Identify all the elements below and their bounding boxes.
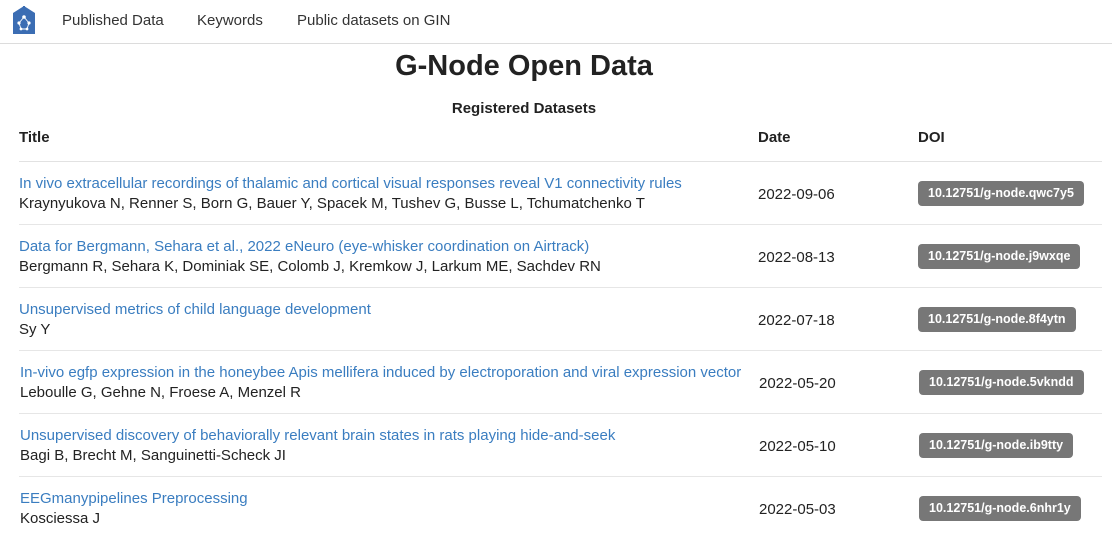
page-subtitle: Registered Datasets bbox=[451, 100, 597, 117]
table-row: In vivo extracellular recordings of thal… bbox=[0, 162, 1112, 225]
dataset-authors: Bagi B, Brecht M, Sanguinetti-Scheck JI bbox=[20, 447, 286, 464]
table-row: In-vivo egfp expression in the honeybee … bbox=[0, 351, 1112, 414]
table-row: Unsupervised metrics of child language d… bbox=[0, 288, 1112, 351]
nav-published-data[interactable]: Published Data bbox=[62, 12, 164, 29]
dataset-title-link[interactable]: EEGmanypipelines Preprocessing bbox=[20, 490, 248, 507]
dataset-title-link[interactable]: In vivo extracellular recordings of thal… bbox=[19, 175, 682, 192]
dataset-title-link[interactable]: Unsupervised metrics of child language d… bbox=[19, 301, 371, 318]
dataset-title-link[interactable]: Data for Bergmann, Sehara et al., 2022 e… bbox=[19, 238, 589, 255]
gnode-logo-icon[interactable] bbox=[12, 5, 36, 35]
dataset-authors: Leboulle G, Gehne N, Froese A, Menzel R bbox=[20, 384, 301, 401]
column-header-date: Date bbox=[758, 129, 791, 146]
table-row: Data for Bergmann, Sehara et al., 2022 e… bbox=[0, 225, 1112, 288]
dataset-authors: Kosciessa J bbox=[20, 510, 101, 527]
column-header-doi: DOI bbox=[918, 129, 945, 146]
nav-keywords[interactable]: Keywords bbox=[197, 12, 263, 29]
page-title: G-Node Open Data bbox=[395, 50, 653, 82]
navbar: Published Data Keywords Public datasets … bbox=[0, 0, 1112, 44]
doi-badge[interactable]: 10.12751/g-node.8f4ytn bbox=[918, 307, 1076, 332]
dataset-title-link[interactable]: In-vivo egfp expression in the honeybee … bbox=[20, 364, 741, 381]
column-header-title: Title bbox=[19, 129, 50, 146]
doi-badge[interactable]: 10.12751/g-node.5vkndd bbox=[919, 370, 1084, 395]
dataset-date: 2022-09-06 bbox=[758, 186, 835, 203]
dataset-date: 2022-07-18 bbox=[758, 312, 835, 329]
dataset-date: 2022-05-03 bbox=[759, 501, 836, 518]
table-row: EEGmanypipelines Preprocessing Kosciessa… bbox=[0, 477, 1112, 540]
dataset-authors: Bergmann R, Sehara K, Dominiak SE, Colom… bbox=[19, 258, 601, 275]
dataset-authors: Kraynyukova N, Renner S, Born G, Bauer Y… bbox=[19, 195, 645, 212]
dataset-authors: Sy Y bbox=[19, 321, 51, 338]
doi-badge[interactable]: 10.12751/g-node.j9wxqe bbox=[918, 244, 1081, 269]
doi-badge[interactable]: 10.12751/g-node.ib9tty bbox=[919, 433, 1074, 458]
dataset-date: 2022-05-20 bbox=[759, 375, 836, 392]
doi-badge[interactable]: 10.12751/g-node.qwc7y5 bbox=[918, 181, 1084, 206]
table-row: Unsupervised discovery of behaviorally r… bbox=[0, 414, 1112, 477]
dataset-title-link[interactable]: Unsupervised discovery of behaviorally r… bbox=[20, 427, 615, 444]
nav-public-datasets-gin[interactable]: Public datasets on GIN bbox=[297, 12, 450, 29]
doi-badge[interactable]: 10.12751/g-node.6nhr1y bbox=[919, 496, 1081, 521]
dataset-date: 2022-05-10 bbox=[759, 438, 836, 455]
dataset-date: 2022-08-13 bbox=[758, 249, 835, 266]
